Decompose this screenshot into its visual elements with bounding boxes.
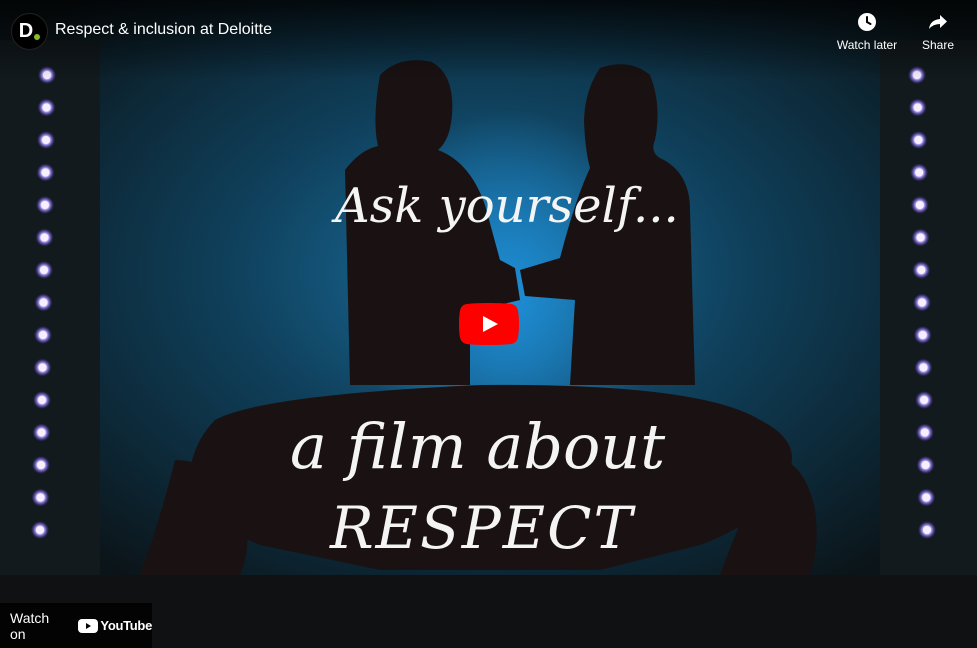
light-bulb-core <box>918 331 927 339</box>
light-bulb-core <box>917 266 926 274</box>
clock-icon <box>858 13 876 31</box>
light-bulb-core <box>915 168 924 177</box>
light-bulb-core <box>36 493 45 502</box>
share-arrow-icon <box>929 15 947 29</box>
share-label: Share <box>921 38 955 52</box>
share-button[interactable]: Share <box>918 10 958 52</box>
channel-avatar[interactable]: D <box>11 13 48 50</box>
watch-on-youtube-link[interactable]: Watch on YouTube <box>0 603 152 648</box>
light-bulb-core <box>913 103 922 112</box>
light-bulb-core <box>39 298 48 307</box>
youtube-play-icon <box>78 618 99 633</box>
curtain-panel-right <box>880 40 977 600</box>
light-bulb-core <box>42 136 50 144</box>
play-button[interactable] <box>459 303 519 345</box>
youtube-logo: YouTube <box>78 618 152 633</box>
light-bulb-core <box>36 526 44 534</box>
light-bulb-core <box>915 201 924 209</box>
channel-logo-letter: D <box>18 20 34 42</box>
light-bulb-core <box>38 363 47 372</box>
curtain-panel-left <box>0 40 100 600</box>
light-bulb-core <box>918 298 926 307</box>
light-bulb-core <box>920 428 929 437</box>
light-bulb-core <box>37 428 46 437</box>
youtube-wordmark: YouTube <box>100 618 152 633</box>
channel-logo-dot <box>34 33 41 40</box>
watch-on-label: Watch on <box>10 609 50 642</box>
light-bulb-core <box>41 168 50 177</box>
top-bar <box>0 0 977 80</box>
light-bulb-core <box>37 461 45 469</box>
light-bulb-core <box>919 363 928 372</box>
thumbnail-line-ask-yourself: Ask yourself... <box>331 178 679 234</box>
light-bulb-core <box>40 233 49 242</box>
light-bulb-core <box>39 331 47 339</box>
light-bulb-core <box>914 136 923 144</box>
light-bulb-core <box>41 201 49 209</box>
light-bulb-core <box>921 461 930 469</box>
video-player[interactable]: Ask yourself... a film about RESPECT D R… <box>0 0 977 648</box>
watch-later-label: Watch later <box>836 38 898 52</box>
thumbnail-line-film-about: a film about <box>290 410 665 483</box>
light-bulb-core <box>40 266 48 274</box>
light-bulb-core <box>42 103 51 112</box>
light-bulb-core <box>916 233 925 242</box>
light-bulb-core <box>920 396 929 404</box>
watch-later-button[interactable]: Watch later <box>834 10 900 52</box>
light-bulb-core <box>923 526 931 534</box>
thumbnail-line-respect: RESPECT <box>329 494 636 562</box>
light-bulb-core <box>38 396 46 404</box>
light-bulb-core <box>922 493 931 502</box>
video-title[interactable]: Respect & inclusion at Deloitte <box>55 21 272 39</box>
